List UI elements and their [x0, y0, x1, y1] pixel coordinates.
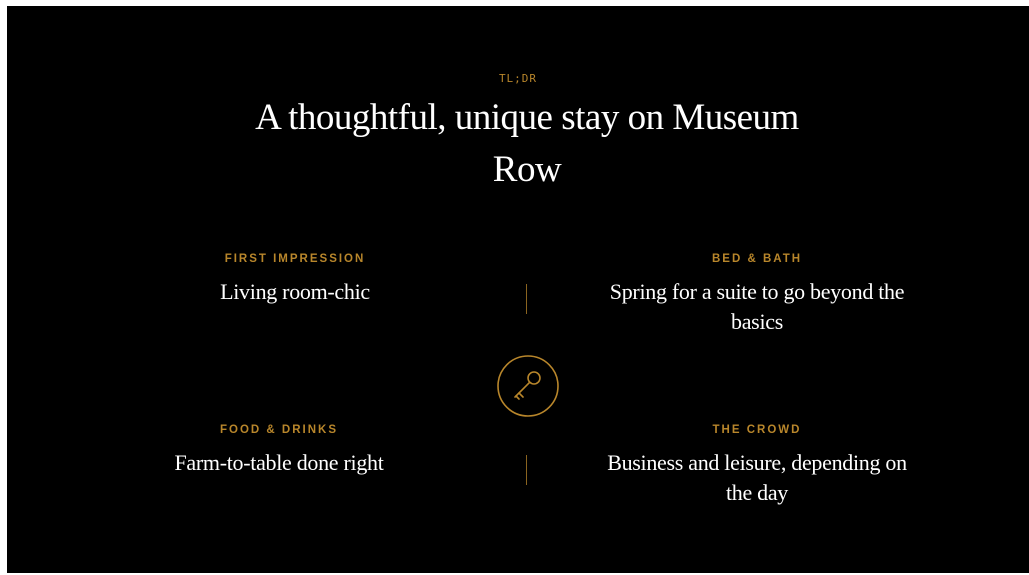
- highlight-label: BED & BATH: [711, 253, 803, 265]
- key-icon: [497, 355, 559, 417]
- highlight-label: THE CROWD: [712, 424, 802, 436]
- divider-bottom: [526, 455, 527, 485]
- highlight-value: Spring for a suite to go beyond the basi…: [609, 279, 905, 334]
- highlight-label: FIRST IMPRESSION: [224, 253, 366, 265]
- highlight-value: Business and leisure, depending on the d…: [607, 450, 907, 505]
- section-eyebrow: TL;DR: [498, 72, 538, 85]
- divider-top: [526, 284, 527, 314]
- section-headline: A thoughtful, unique stay on Museum Row: [255, 97, 799, 190]
- tldr-section: TL;DR A thoughtful, unique stay on Museu…: [7, 6, 1029, 573]
- highlight-label: FOOD & DRINKS: [220, 424, 338, 436]
- highlight-value: Living room-chic: [220, 279, 370, 304]
- highlight-value: Farm-to-table done right: [174, 450, 384, 475]
